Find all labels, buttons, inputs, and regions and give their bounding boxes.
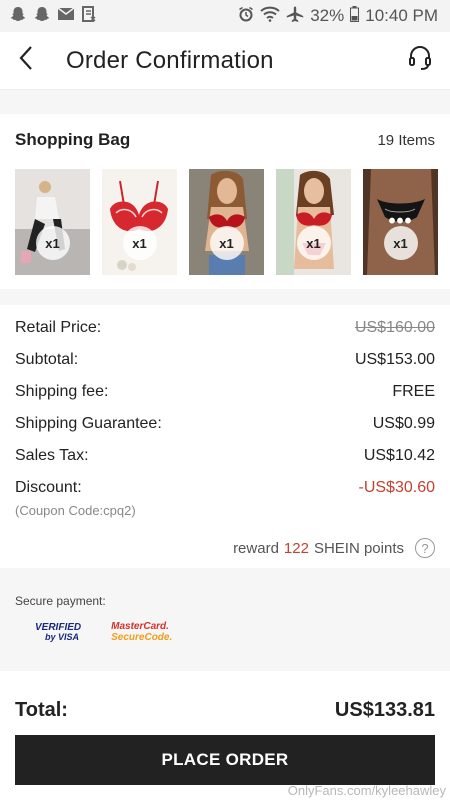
back-button[interactable] — [18, 41, 46, 81]
reward-points: reward 122 SHEIN points ? — [15, 538, 435, 558]
retail-price-row: Retail Price: US$160.00 — [15, 319, 435, 351]
airplane-mode-icon — [286, 6, 304, 27]
shipping-fee-value: FREE — [392, 383, 435, 400]
reward-prefix: reward — [233, 539, 279, 557]
help-icon[interactable]: ? — [415, 538, 435, 558]
total-label: Total: — [15, 698, 68, 721]
product-thumbnail[interactable]: x1 — [15, 169, 90, 275]
quantity-badge: x1 — [296, 226, 331, 261]
status-bar: 32% 10:40 PM — [0, 0, 450, 32]
headset-icon — [408, 45, 432, 76]
battery-icon — [350, 5, 360, 27]
product-thumbnail[interactable]: x1 — [276, 169, 351, 275]
quantity-badge: x1 — [383, 226, 418, 261]
reward-suffix: SHEIN points — [313, 539, 404, 557]
mastercard-logo-line1: MasterCard. — [111, 621, 169, 632]
shipping-guarantee-value: US$0.99 — [372, 415, 435, 432]
coupon-code: (Coupon Code:cpq2) — [15, 503, 136, 518]
clock: 10:40 PM — [365, 6, 438, 25]
visa-logo-line2: by VISA — [45, 632, 80, 642]
reward-points-value: 122 — [283, 539, 309, 557]
sales-tax-value: US$10.42 — [363, 447, 435, 464]
order-total-row: Total: US$133.81 — [0, 681, 450, 739]
product-thumbnail[interactable]: ••• x1 — [363, 169, 438, 275]
status-system: 32% 10:40 PM — [238, 5, 438, 27]
section-divider — [0, 90, 450, 114]
quantity-badge: x1 — [122, 226, 157, 261]
secure-payment-section: Secure payment: VERIFIED by VISA MasterC… — [0, 568, 450, 671]
retail-price-value: US$160.00 — [354, 319, 435, 336]
mastercard-logo-line2: SecureCode. — [111, 631, 173, 643]
shipping-guarantee-row: Shipping Guarantee: US$0.99 — [15, 415, 435, 447]
quantity-badge: x1 — [35, 226, 70, 261]
shipping-guarantee-label: Shipping Guarantee: — [15, 415, 162, 432]
quantity-badge: x1 — [209, 226, 244, 261]
price-breakdown: Retail Price: US$160.00 Subtotal: US$153… — [0, 305, 450, 568]
chevron-left-icon — [18, 45, 34, 76]
discount-label: Discount: — [15, 479, 82, 496]
mail-icon — [57, 6, 75, 26]
product-thumbnail[interactable]: x1 — [189, 169, 264, 275]
subtotal-label: Subtotal: — [15, 351, 79, 368]
status-notifications — [10, 5, 96, 27]
total-value: US$133.81 — [334, 698, 435, 721]
receipt-icon — [82, 5, 96, 27]
sales-tax-label: Sales Tax: — [15, 447, 89, 464]
snapchat-icon — [34, 6, 50, 27]
mastercard-securecode-logo: MasterCard. SecureCode. — [111, 621, 173, 643]
secure-payment-label: Secure payment: — [15, 594, 106, 608]
alarm-icon — [238, 6, 254, 27]
section-divider — [0, 289, 450, 305]
shopping-bag-section: Shopping Bag 19 Items x1 x1 x1 x1 ••• x1 — [0, 114, 450, 289]
shipping-fee-label: Shipping fee: — [15, 383, 109, 400]
subtotal-row: Subtotal: US$153.00 — [15, 351, 435, 383]
item-count[interactable]: 19 Items — [377, 132, 435, 149]
snapchat-icon — [10, 6, 26, 27]
retail-price-label: Retail Price: — [15, 319, 102, 336]
page-title: Order Confirmation — [66, 46, 274, 74]
watermark: OnlyFans.com/kyleehawley — [287, 783, 446, 798]
product-thumbnails: x1 x1 x1 x1 ••• x1 — [15, 169, 438, 275]
place-order-button[interactable]: PLACE ORDER — [15, 735, 435, 785]
customer-support-button[interactable] — [404, 45, 436, 77]
shopping-bag-title: Shopping Bag — [15, 130, 131, 149]
subtotal-value: US$153.00 — [354, 351, 435, 368]
discount-value: -US$30.60 — [358, 479, 436, 496]
sales-tax-row: Sales Tax: US$10.42 — [15, 447, 435, 479]
product-thumbnail[interactable]: x1 — [102, 169, 177, 275]
battery-percent: 32% — [310, 6, 345, 25]
verified-by-visa-logo: VERIFIED by VISA — [35, 623, 81, 642]
shipping-fee-row: Shipping fee: FREE — [15, 383, 435, 415]
wifi-icon — [260, 6, 280, 27]
app-header: Order Confirmation — [0, 32, 450, 90]
